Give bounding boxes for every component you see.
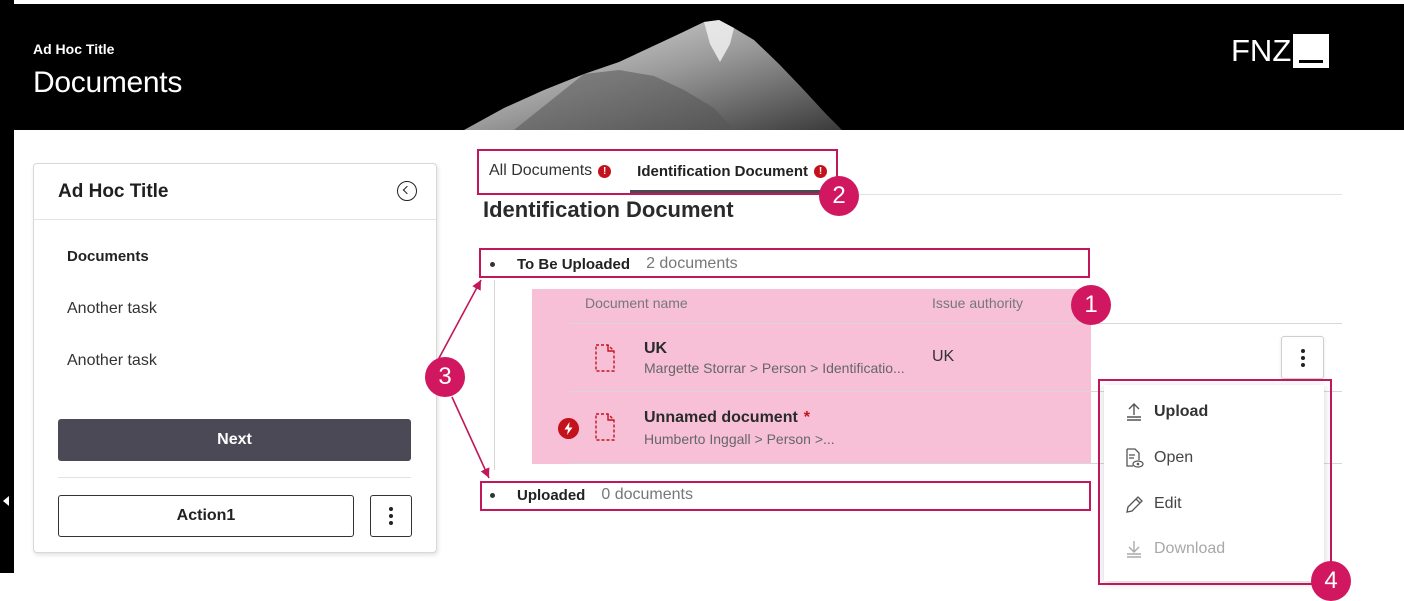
more-vertical-icon — [389, 507, 393, 525]
document-path: Margette Storrar > Person > Identificati… — [644, 360, 905, 376]
required-marker: * — [803, 409, 811, 426]
panel-more-button[interactable] — [370, 495, 412, 537]
tree-connector — [494, 280, 495, 470]
document-name: Unnamed document — [644, 409, 798, 426]
task-item-another-task-2[interactable]: Another task — [67, 352, 157, 370]
annotation-box-menu — [1098, 379, 1332, 585]
row-more-button[interactable] — [1281, 336, 1324, 379]
task-panel-title: Ad Hoc Title — [58, 181, 169, 202]
sidebar-toggle-strip[interactable] — [0, 0, 14, 573]
annotation-marker-2: 2 — [819, 176, 859, 216]
task-item-another-task[interactable]: Another task — [67, 300, 157, 318]
divider — [58, 477, 411, 478]
document-icon — [595, 413, 615, 441]
chevron-left-icon[interactable] — [3, 496, 9, 506]
mountain-banner-image — [464, 20, 842, 130]
more-vertical-icon — [1300, 348, 1305, 367]
logo-box — [1293, 34, 1330, 68]
column-header-issue-authority: Issue authority — [932, 295, 1024, 311]
annotation-box-to-be-uploaded — [479, 248, 1090, 278]
document-name-link[interactable]: Unnamed document * — [644, 409, 810, 427]
logo-text: FNZ — [1231, 33, 1292, 68]
task-panel-header: Ad Hoc Title — [34, 164, 436, 220]
header-subtitle: Ad Hoc Title — [33, 41, 115, 57]
lightning-warning-icon — [558, 418, 579, 439]
task-item-documents[interactable]: Documents — [67, 248, 149, 265]
annotation-marker-1: 1 — [1071, 285, 1111, 325]
annotation-marker-4: 4 — [1311, 561, 1351, 601]
document-name: UK — [644, 340, 668, 357]
page: Ad Hoc Title Documents FNZ Ad Hoc Title … — [0, 0, 1404, 601]
document-path: Humberto Inggall > Person >... — [644, 431, 835, 447]
next-button[interactable]: Next — [58, 419, 411, 461]
page-title: Documents — [33, 66, 183, 99]
action1-button[interactable]: Action1 — [58, 495, 354, 537]
issue-authority: UK — [932, 348, 955, 365]
row-divider — [569, 323, 1342, 324]
app-header: Ad Hoc Title Documents FNZ — [14, 4, 1404, 130]
document-icon — [595, 344, 615, 372]
collapse-panel-button[interactable] — [397, 181, 417, 201]
fnz-logo: FNZ — [1231, 33, 1330, 68]
annotation-marker-3: 3 — [425, 357, 465, 397]
section-title: Identification Document — [483, 197, 734, 222]
annotation-box-tabs — [477, 149, 838, 195]
task-panel: Ad Hoc Title Documents Another task Anot… — [33, 163, 437, 553]
document-name-link[interactable]: UK — [644, 340, 667, 358]
column-header-document-name: Document name — [585, 295, 688, 311]
annotation-box-uploaded — [480, 481, 1091, 511]
